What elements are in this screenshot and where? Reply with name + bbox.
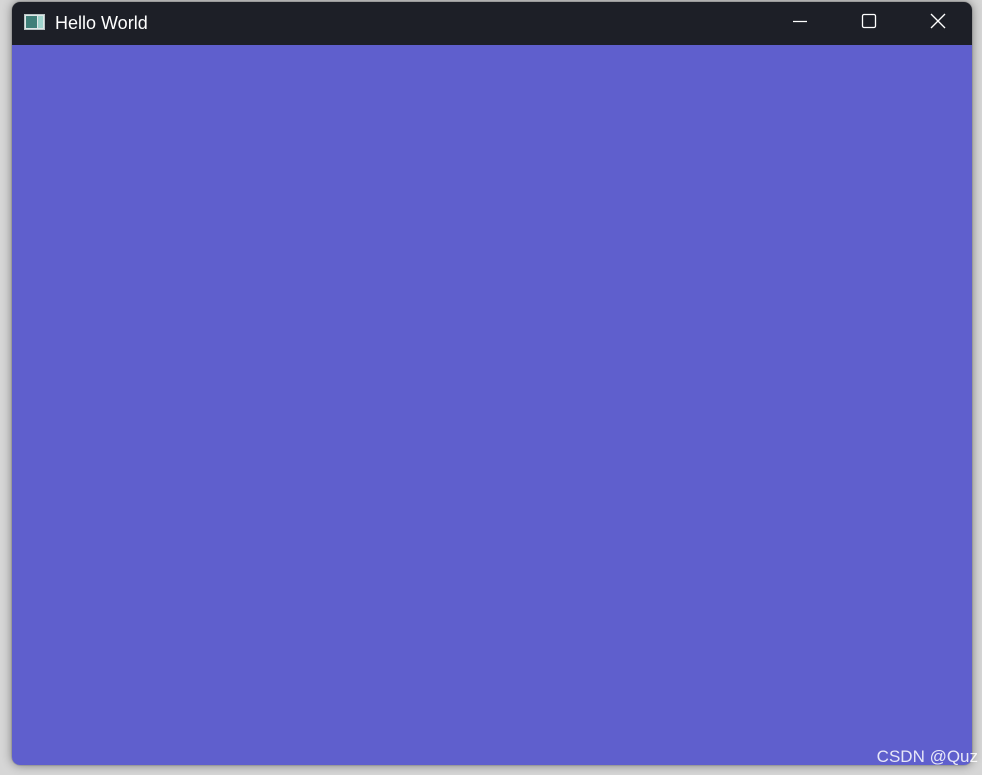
maximize-icon [861,13,877,34]
maximize-button[interactable] [834,2,903,45]
title-bar[interactable]: Hello World [12,2,972,45]
minimize-button[interactable] [765,2,834,45]
minimize-icon [792,13,808,34]
window-title: Hello World [55,13,148,33]
app-window-icon [24,14,45,30]
client-area[interactable] [12,45,972,765]
watermark: CSDN @Quz [876,747,978,766]
app-window: Hello World [12,2,972,765]
window-controls [765,2,972,45]
close-button[interactable] [903,2,972,45]
close-icon [930,13,946,34]
